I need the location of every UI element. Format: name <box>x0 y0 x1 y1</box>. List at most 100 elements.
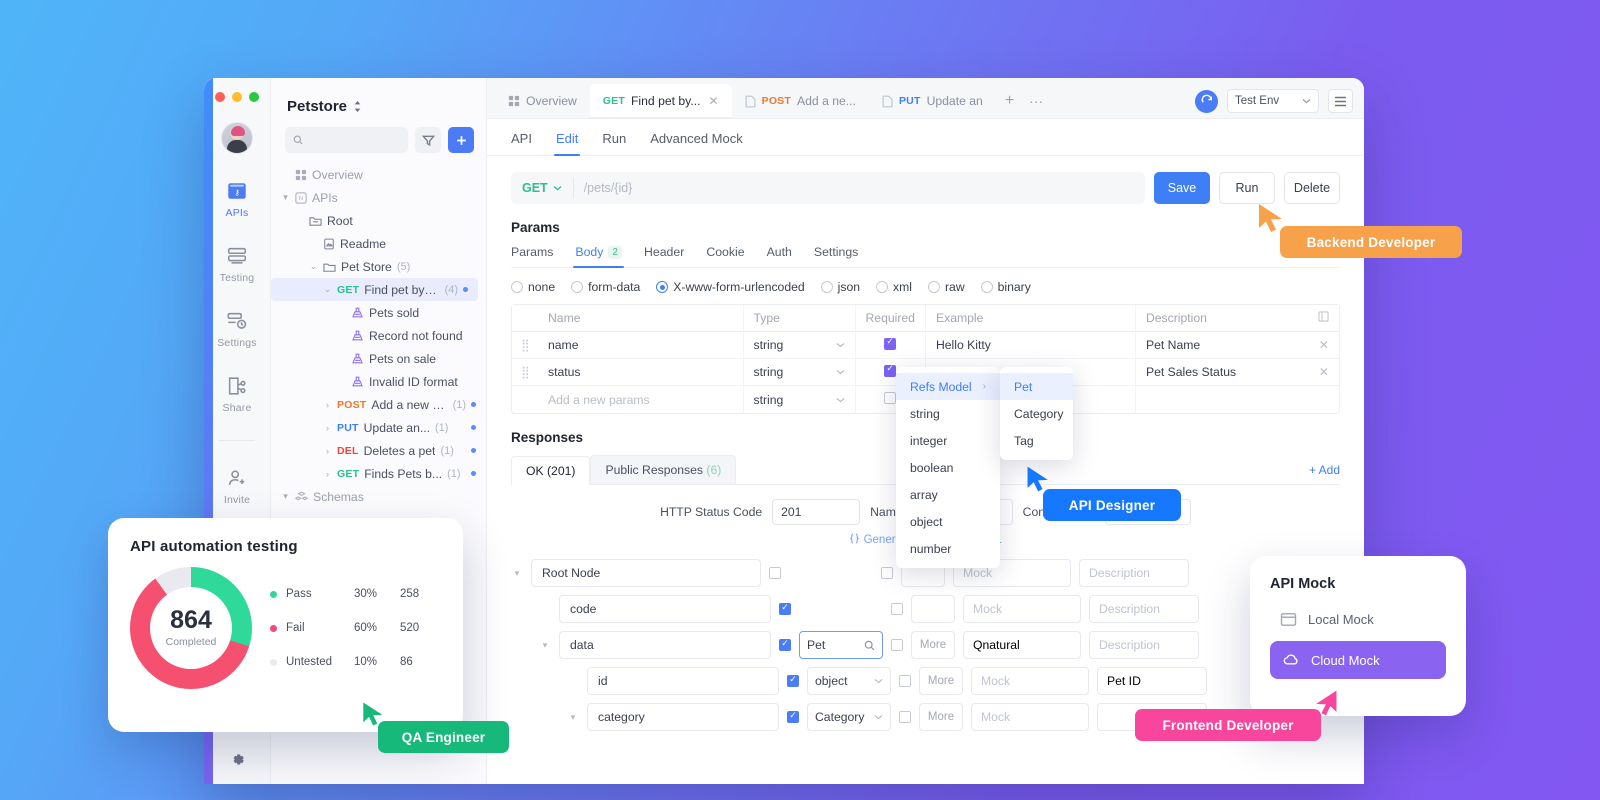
chevron-icon[interactable]: ⌄ <box>323 284 332 295</box>
drag-handle[interactable]: ⣿ <box>512 359 538 386</box>
delete-row-icon[interactable]: ✕ <box>1319 338 1329 352</box>
param-name-cell[interactable]: Add a new params <box>538 386 743 413</box>
window-controls[interactable] <box>215 92 259 102</box>
schema-mock-input[interactable]: Mock <box>963 595 1081 623</box>
tree-item-deletes-a-pet[interactable]: ›DELDeletes a pet(1) <box>271 439 486 462</box>
dropdown-item-array[interactable]: array <box>896 481 1000 508</box>
required-checkbox[interactable] <box>884 338 896 350</box>
schema-caret[interactable]: ▾ <box>567 712 579 723</box>
body-type-radio-x-www-form-urlencoded[interactable]: X-www-form-urlencoded <box>656 280 804 294</box>
tree-item-find-pet-by-id[interactable]: ⌄GETFind pet by ID(4) <box>271 278 478 301</box>
schema-extra-checkbox[interactable] <box>881 567 893 579</box>
param-required-cell[interactable] <box>855 332 925 359</box>
schema-row[interactable]: ▾dataPetMoreQnaturalDescription <box>511 630 1340 660</box>
schema-name-input[interactable]: Root Node <box>531 559 761 587</box>
dropdown-item-number[interactable]: number <box>896 535 1000 562</box>
schema-extra-checkbox[interactable] <box>891 603 903 615</box>
param-name-cell[interactable]: status <box>538 359 743 386</box>
rail-item-settings[interactable]: Settings <box>204 310 270 349</box>
schema-extra-checkbox[interactable] <box>899 675 911 687</box>
subtab-edit[interactable]: Edit <box>556 131 578 155</box>
params-tab-params[interactable]: Params <box>511 245 553 267</box>
body-type-radio-binary[interactable]: binary <box>981 280 1031 294</box>
chevron-icon[interactable]: › <box>323 400 332 410</box>
schema-more-button[interactable]: More <box>919 703 963 731</box>
body-type-radio-xml[interactable]: xml <box>876 280 912 294</box>
body-type-radio-raw[interactable]: raw <box>928 280 965 294</box>
maximize-window-button[interactable] <box>249 92 259 102</box>
subtab-run[interactable]: Run <box>602 131 626 155</box>
tree-item-invalid-id-format[interactable]: Invalid ID format <box>271 370 486 393</box>
chevron-icon[interactable]: ⌄ <box>309 261 318 272</box>
schema-required-checkbox[interactable] <box>787 675 799 687</box>
menu-button[interactable] <box>1328 89 1353 113</box>
dropdown-item-pet[interactable]: Pet <box>1000 373 1073 400</box>
schema-mock-input[interactable]: Mock <box>971 703 1089 731</box>
tree-item-overview[interactable]: Overview <box>271 163 486 186</box>
tree-item-apis[interactable]: ▾NAPIs <box>271 186 486 209</box>
chevron-icon[interactable]: ▾ <box>281 491 290 502</box>
response-tab-ok[interactable]: OK (201) <box>511 456 590 485</box>
filter-button[interactable] <box>415 127 441 153</box>
schema-description-input[interactable]: Description <box>1089 595 1199 623</box>
schema-name-input[interactable]: category <box>587 703 779 731</box>
param-type-cell[interactable]: string <box>743 386 855 413</box>
dropdown-item-string[interactable]: string <box>896 400 1000 427</box>
tab-add-a-new-pet[interactable]: POST Add a ne... <box>732 84 869 118</box>
delete-row-icon[interactable]: ✕ <box>1319 365 1329 379</box>
schema-description-input[interactable]: Pet ID <box>1097 667 1207 695</box>
params-tab-cookie[interactable]: Cookie <box>706 245 744 267</box>
params-tab-header[interactable]: Header <box>644 245 684 267</box>
close-icon[interactable]: ✕ <box>709 94 719 108</box>
tree-item-readme[interactable]: Readme <box>271 232 486 255</box>
tree-item-add-a-new-p[interactable]: ›POSTAdd a new p...(1) <box>271 393 486 416</box>
method-selector[interactable]: GET <box>511 181 573 195</box>
param-type-cell[interactable]: string <box>743 359 855 386</box>
required-checkbox[interactable] <box>884 365 896 377</box>
body-type-radio-form-data[interactable]: form-data <box>571 280 640 294</box>
tab-update-an[interactable]: PUT Update an <box>869 84 996 118</box>
search-input[interactable] <box>309 134 400 146</box>
search-box[interactable] <box>285 127 408 153</box>
schema-extra-checkbox[interactable] <box>891 639 903 651</box>
rail-item-apis[interactable]: ⚷ APIs <box>204 180 270 219</box>
column-settings-icon[interactable] <box>1318 311 1329 325</box>
tree-item-update-an[interactable]: ›PUTUpdate an...(1) <box>271 416 486 439</box>
rail-item-share[interactable]: Share <box>204 375 270 414</box>
body-type-radio-none[interactable]: none <box>511 280 555 294</box>
dropdown-item-refs-model[interactable]: Refs Model› <box>896 373 1000 400</box>
schema-required-checkbox[interactable] <box>779 639 791 651</box>
status-code-input[interactable]: 201 <box>772 499 860 525</box>
params-tab-settings[interactable]: Settings <box>814 245 858 267</box>
chevron-icon[interactable]: ▾ <box>281 192 290 203</box>
tree-item-root[interactable]: Root <box>271 209 486 232</box>
gear-icon[interactable] <box>228 750 247 774</box>
avatar[interactable] <box>221 122 253 154</box>
close-window-button[interactable] <box>215 92 225 102</box>
schema-extra-checkbox[interactable] <box>899 711 911 723</box>
schema-more-button[interactable]: More <box>919 667 963 695</box>
schema-required-checkbox[interactable] <box>779 603 791 615</box>
schema-mock-input[interactable]: Mock <box>971 667 1089 695</box>
rail-item-testing[interactable]: Testing <box>204 245 270 284</box>
mock-item-cloud[interactable]: Cloud Mock <box>1270 641 1446 679</box>
rail-item-invite[interactable]: Invite <box>204 467 270 506</box>
schema-description-input[interactable]: Description <box>1089 631 1199 659</box>
schema-row[interactable]: idobjectMoreMockPet ID <box>511 666 1340 696</box>
tree-item-pets-on-sale[interactable]: Pets on sale <box>271 347 486 370</box>
minimize-window-button[interactable] <box>232 92 242 102</box>
tree-item-record-not-found[interactable]: Record not found <box>271 324 486 347</box>
tab-find-pet-by-id[interactable]: GET Find pet by... ✕ <box>590 84 732 118</box>
dropdown-item-category[interactable]: Category <box>1000 400 1073 427</box>
params-row[interactable]: ⣿namestringHello KittyPet Name✕ <box>512 332 1339 359</box>
dropdown-item-object[interactable]: object <box>896 508 1000 535</box>
schema-row[interactable]: codeMockDescription <box>511 594 1340 624</box>
schema-description-input[interactable]: Description <box>1079 559 1189 587</box>
add-response-button[interactable]: + Add <box>1309 463 1340 484</box>
param-name-cell[interactable]: name <box>538 332 743 359</box>
schema-caret[interactable]: ▾ <box>511 568 523 579</box>
drag-handle[interactable]: ⣿ <box>512 332 538 359</box>
schema-more-button[interactable] <box>911 595 955 623</box>
schema-type-select[interactable]: Category <box>807 703 891 731</box>
mock-item-local[interactable]: Local Mock <box>1270 608 1446 631</box>
